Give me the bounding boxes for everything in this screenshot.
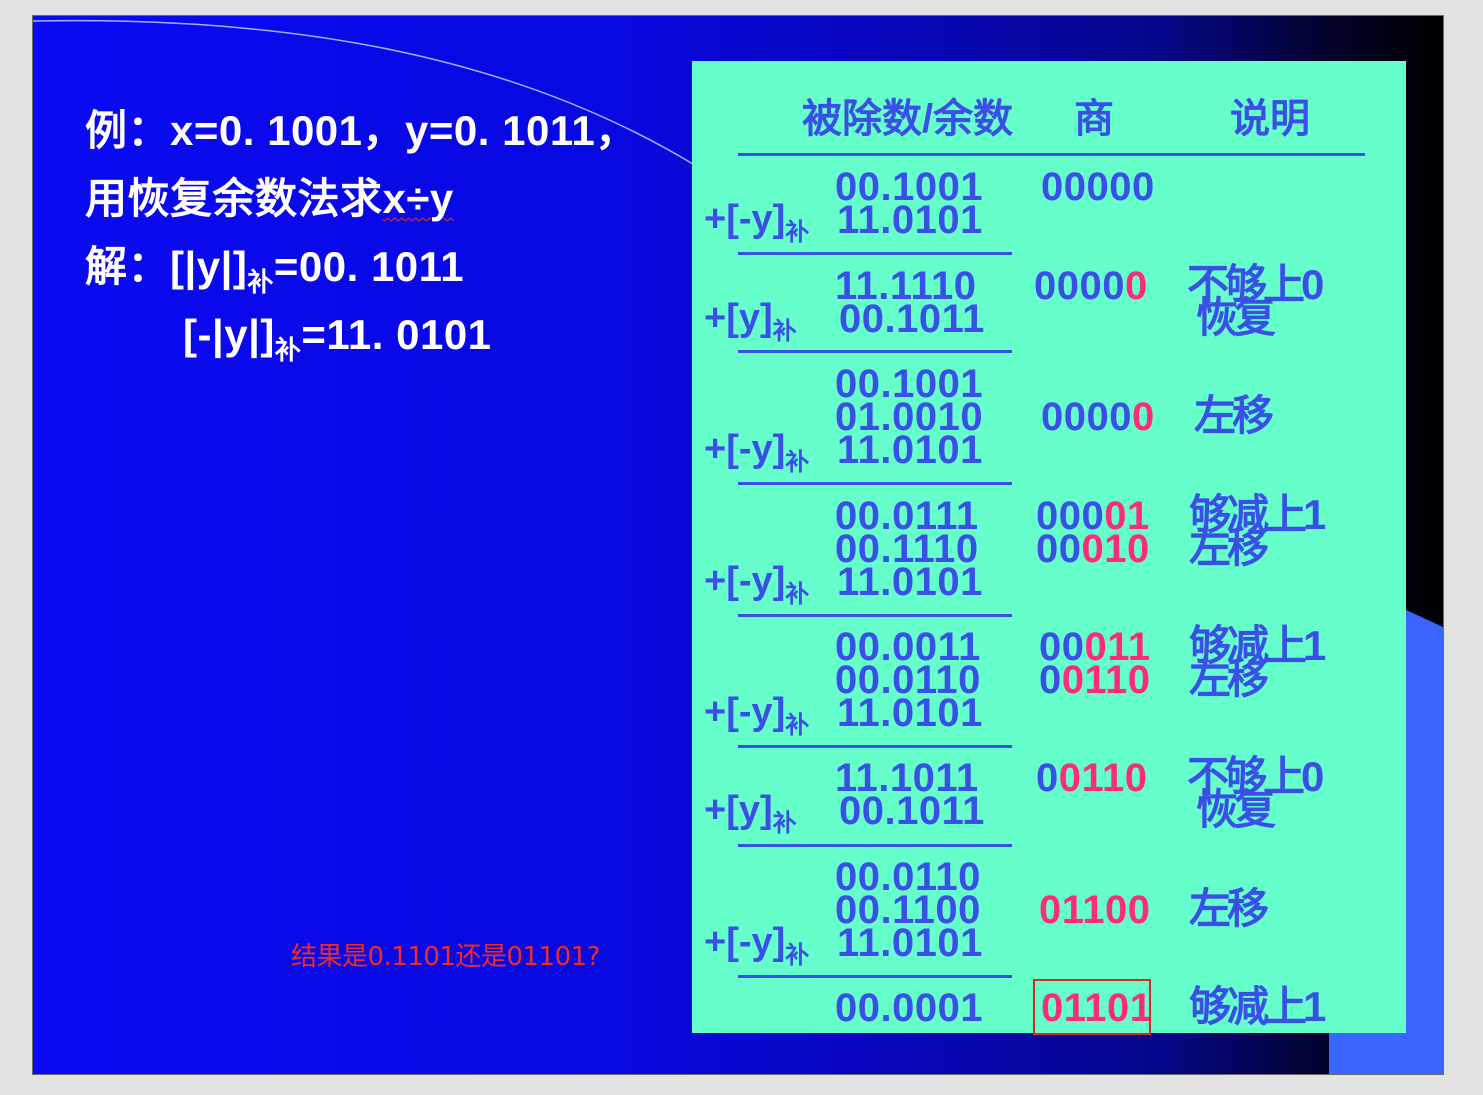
operation-label: +[y]补: [704, 789, 797, 836]
slide: 例：x=0. 1001，y=0. 1011， 用恢复余数法求x÷y 解：[|y|…: [33, 16, 1443, 1074]
quotient-digits: 0: [1036, 756, 1059, 800]
question-expression: x÷y: [382, 175, 454, 222]
quotient-new-digits: 0: [1131, 395, 1155, 439]
solution-1-subscript: 补: [247, 267, 274, 297]
quotient-new-digits: 0110: [1058, 756, 1148, 800]
question-text: 用恢复余数法求: [85, 175, 383, 222]
solution-1-value: =00. 1011: [273, 243, 465, 290]
operation-label-subscript: 补: [785, 581, 810, 608]
operation-label-subscript: 补: [785, 712, 810, 739]
quotient-cell: 01100: [1039, 890, 1151, 930]
operation-label-subscript: 补: [785, 942, 810, 969]
step-rule: [738, 975, 1012, 978]
solution-2-label: [-|y|]: [183, 311, 275, 358]
final-quotient-highlight-box: [1033, 979, 1151, 1035]
header-dividend: 被除数/余数: [802, 97, 1014, 141]
quotient-cell: 00000: [1034, 266, 1148, 306]
question-line: 用恢复余数法求x÷y: [85, 178, 454, 220]
solution-line-2: [-|y|]补=11. 0101: [183, 311, 492, 364]
remark-cell: 左移: [1189, 885, 1269, 932]
operation-label-subscript: 补: [785, 219, 810, 246]
operation-label-text: +[-y]: [704, 428, 786, 470]
quotient-digits: 0000: [1041, 395, 1132, 439]
value-cell: 11.0101: [837, 198, 983, 242]
step-rule: [738, 350, 1012, 353]
value-cell: 00.1011: [839, 789, 985, 833]
operation-label-text: +[-y]: [704, 921, 786, 963]
operation-label-subscript: 补: [785, 449, 810, 476]
operation-label: +[y]补: [704, 297, 797, 344]
step-rule: [738, 252, 1012, 255]
operation-label: +[-y]补: [704, 921, 809, 968]
quotient-cell: 00110: [1039, 660, 1151, 700]
quotient-cell: 00000: [1041, 167, 1155, 207]
operation-label-text: +[y]: [704, 789, 773, 831]
solution-2-value: =11. 0101: [301, 311, 492, 358]
step-rule: [738, 614, 1012, 617]
value-cell: 00.1011: [839, 297, 985, 341]
solution-2-subscript: 补: [274, 335, 302, 365]
quotient-new-digits: 01100: [1039, 888, 1151, 932]
division-table-panel: 被除数/余数 商 说明 00.1001 11.0101 11.1110 00.1…: [692, 61, 1406, 1035]
quotient-digits: 00: [1036, 527, 1082, 571]
quotient-digits: 0000: [1034, 264, 1125, 308]
solution-line-1: 解：[|y|]补=00. 1011: [85, 243, 465, 296]
operation-label: +[-y]补: [704, 428, 809, 475]
step-rule: [738, 745, 1012, 748]
quotient-cell: 00000: [1041, 397, 1155, 437]
operation-label: +[-y]补: [704, 560, 809, 607]
operation-label: +[-y]补: [704, 691, 809, 738]
operation-label-text: +[-y]: [704, 560, 786, 602]
solution-1-label: 解：[|y|]: [85, 243, 248, 290]
step-rule: [738, 482, 1012, 485]
remark-cell: 恢复: [1196, 294, 1276, 341]
value-cell: 11.0101: [837, 560, 983, 604]
operation-label-text: +[-y]: [704, 691, 786, 733]
quotient-cell: 00010: [1036, 529, 1150, 569]
quotient-new-digits: 0: [1124, 264, 1148, 308]
operation-label-subscript: 补: [772, 810, 797, 837]
example-line: 例：x=0. 1001，y=0. 1011，: [85, 107, 638, 154]
annotation-note: 结果是0.1101还是01101?: [291, 942, 601, 972]
header-rule: [738, 153, 1365, 156]
operation-label-text: +[y]: [704, 297, 773, 339]
remark-cell: 左移: [1189, 655, 1269, 702]
remark-cell: 够减上1: [1189, 983, 1326, 1030]
value-cell: 11.0101: [837, 921, 983, 965]
quotient-new-digits: 010: [1081, 527, 1150, 571]
step-rule: [738, 844, 1012, 847]
quotient-digits: 00000: [1041, 165, 1155, 209]
remark-cell: 左移: [1189, 524, 1269, 571]
operation-label-text: +[-y]: [704, 198, 786, 240]
header-quotient: 商: [1074, 97, 1114, 141]
quotient-digits: 0: [1039, 658, 1062, 702]
quotient-new-digits: 0110: [1061, 658, 1151, 702]
quotient-cell: 00110: [1036, 758, 1148, 798]
operation-label-subscript: 补: [772, 318, 797, 345]
remark-cell: 恢复: [1196, 786, 1276, 833]
value-cell: 11.0101: [837, 428, 983, 472]
value-cell: 11.0101: [837, 691, 983, 735]
operation-label: +[-y]补: [704, 198, 809, 245]
remark-cell: 左移: [1194, 392, 1274, 439]
value-cell: 00.0001: [835, 986, 984, 1030]
header-remark: 说明: [1230, 97, 1310, 141]
